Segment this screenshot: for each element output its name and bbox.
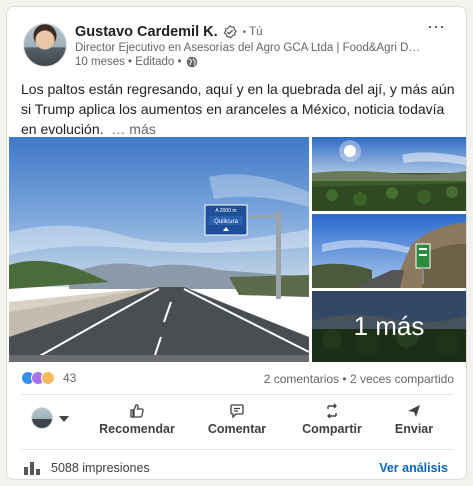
- comment-button[interactable]: Comentar: [192, 403, 282, 436]
- sign-destination: Quilicura: [214, 219, 238, 225]
- reaction-icons: [21, 371, 55, 385]
- valley-photo: [312, 137, 466, 211]
- like-label: Recomendar: [99, 422, 175, 436]
- globe-icon: [186, 56, 197, 68]
- thumbs-up-icon: [130, 404, 144, 418]
- post-actions: Recomendar Comentar Compartir Enviar: [7, 399, 466, 445]
- send-button[interactable]: Enviar: [369, 403, 459, 436]
- impressions-count: 5088 impresiones: [51, 461, 150, 475]
- highway-photo: A 2000 m Quilicura: [9, 137, 309, 362]
- comment-label: Comentar: [207, 422, 267, 436]
- send-label: Enviar: [394, 422, 434, 436]
- separator-dot: •: [242, 26, 247, 38]
- reaction-count: 43: [63, 371, 77, 385]
- post-meta: 10 meses • Editado •: [75, 56, 198, 68]
- comments-shares-count[interactable]: 2 comentarios • 2 veces compartido: [264, 372, 454, 386]
- comment-icon: [230, 404, 244, 419]
- insightful-reaction-icon: [41, 371, 55, 385]
- more-options-icon[interactable]: ···: [424, 17, 448, 39]
- post-body: Los paltos están regresando, aquí y en l…: [21, 81, 455, 137]
- see-more-link[interactable]: … más: [111, 121, 155, 137]
- sign-distance: A 2000 m: [215, 208, 236, 214]
- post-analytics-footer: 5088 impresiones Ver análisis: [7, 451, 466, 479]
- road-sign-photo: [312, 214, 466, 288]
- share-button[interactable]: Compartir: [287, 403, 377, 436]
- divider: [21, 449, 454, 450]
- post-image-2[interactable]: [312, 137, 466, 211]
- author-name[interactable]: Gustavo Cardemil K.: [75, 24, 218, 40]
- more-images-overlay[interactable]: 1 más: [312, 291, 466, 362]
- post-card: Gustavo Cardemil K. • Tú Director Ejecut…: [6, 6, 467, 480]
- actor-avatar[interactable]: [31, 407, 53, 429]
- send-icon: [408, 405, 420, 417]
- analytics-bars-icon: [24, 462, 40, 475]
- author-headline: Director Ejecutivo en Asesorías del Agro…: [75, 42, 420, 54]
- share-label: Compartir: [302, 422, 362, 436]
- post-image-4[interactable]: 1 más: [312, 291, 466, 362]
- repost-icon: [327, 403, 337, 419]
- author-name-row: Gustavo Cardemil K. • Tú: [75, 23, 263, 41]
- post-meta-text: 10 meses • Editado •: [75, 56, 182, 68]
- author-avatar[interactable]: [23, 23, 67, 67]
- post-image-main[interactable]: A 2000 m Quilicura: [9, 137, 309, 362]
- chevron-down-icon[interactable]: [59, 416, 69, 422]
- reactions-summary[interactable]: 43: [21, 371, 76, 385]
- divider: [21, 394, 454, 395]
- like-button[interactable]: Recomendar: [92, 403, 182, 436]
- view-analytics-link[interactable]: Ver análisis: [379, 461, 448, 475]
- connection-degree: Tú: [249, 26, 263, 38]
- verified-icon: [223, 25, 237, 39]
- post-image-3[interactable]: [312, 214, 466, 288]
- post-text: Los paltos están regresando, aquí y en l…: [21, 79, 461, 139]
